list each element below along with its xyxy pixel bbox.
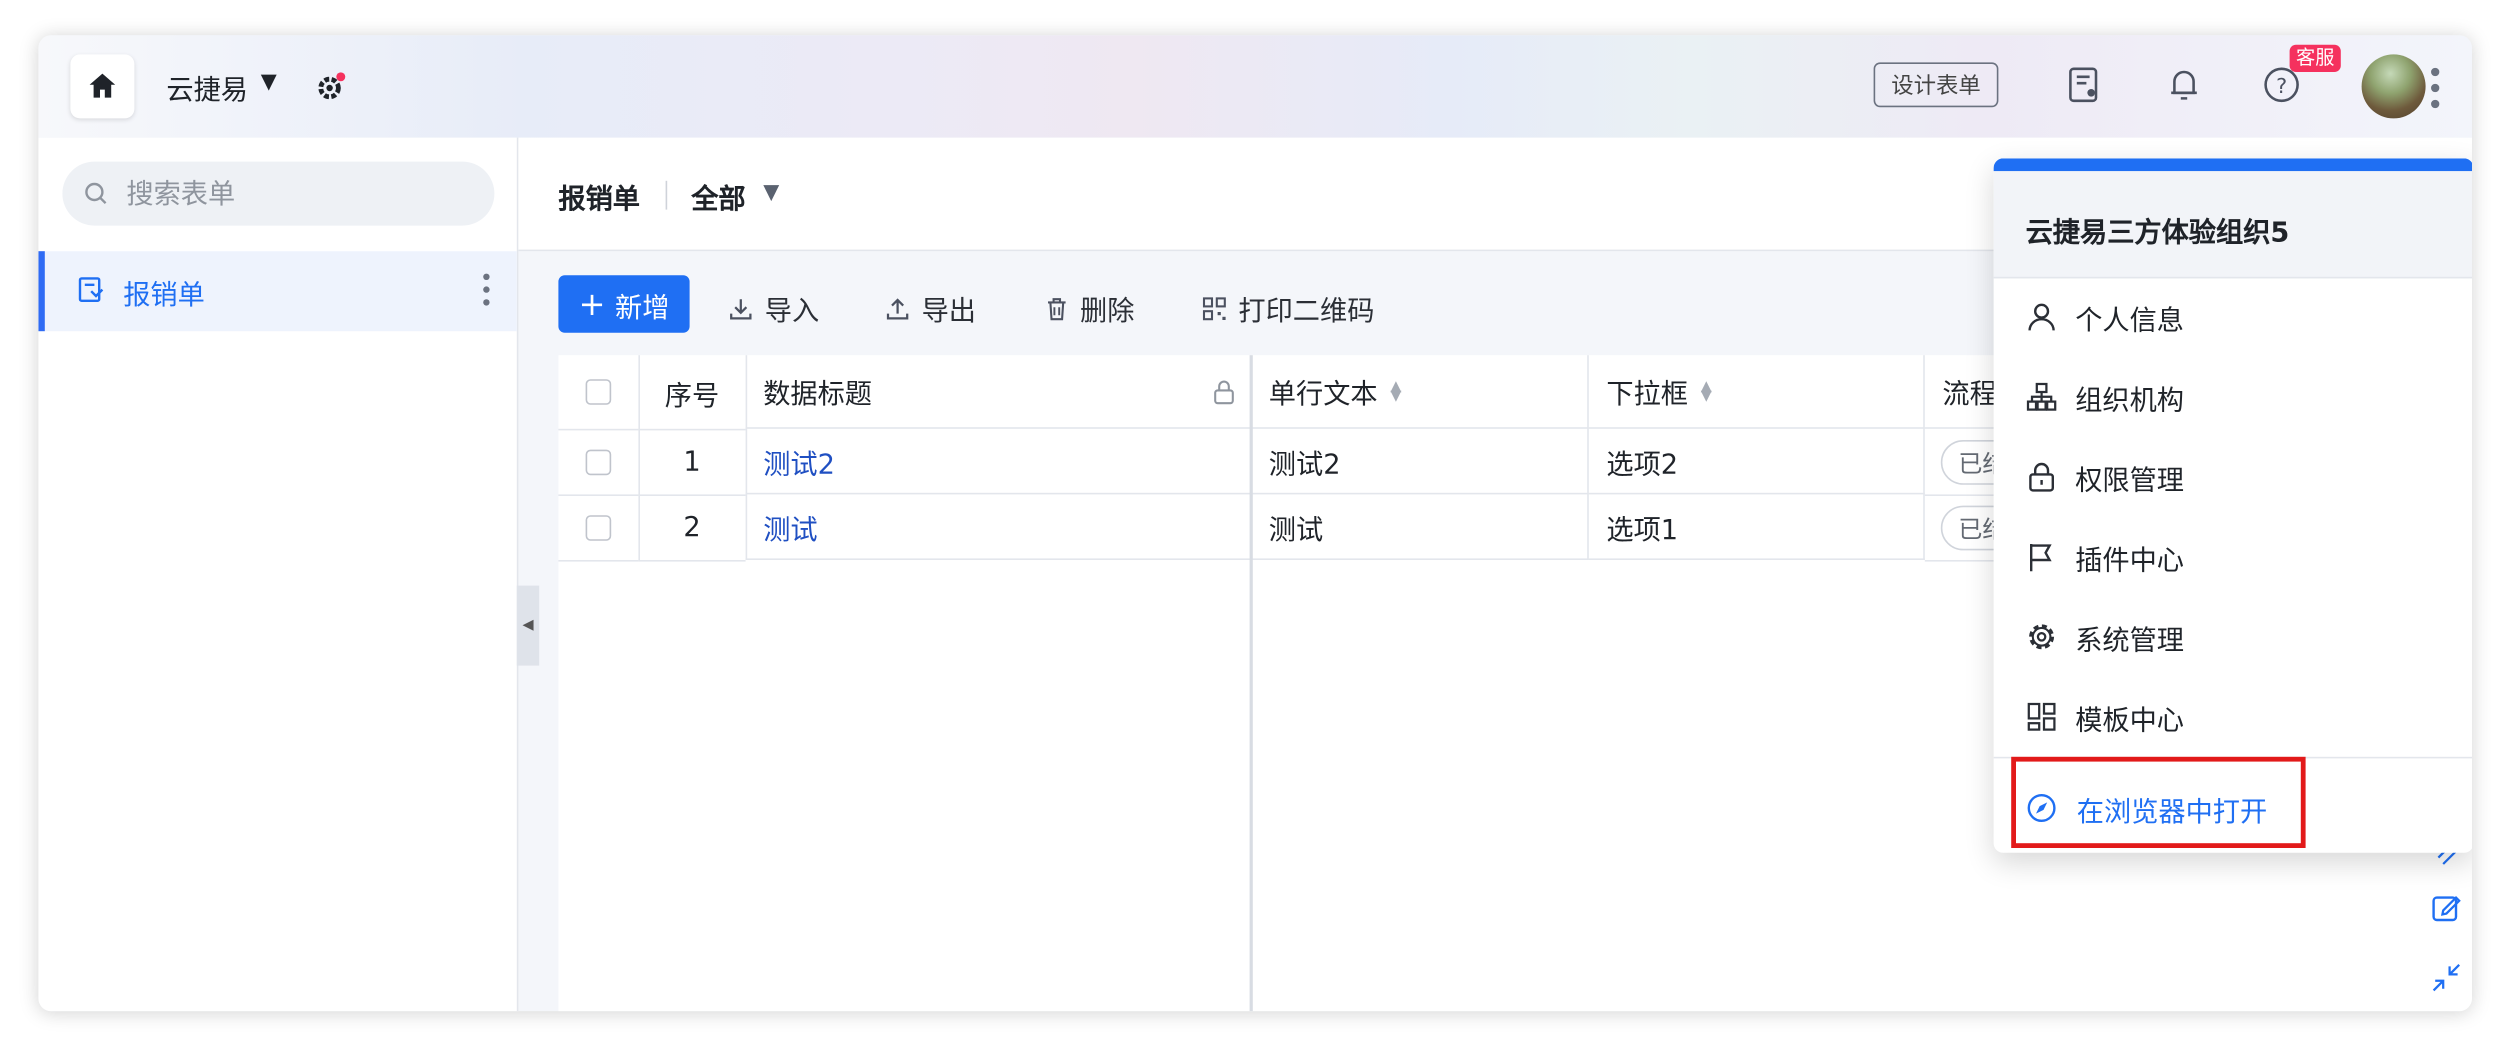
trash-icon — [1048, 297, 1066, 320]
app-window: 云捷易 ▼ 设计表单 ? 客服 搜索表单 报销单 ◀ 报销单 全部 ▼ + 新增… — [38, 35, 2473, 1012]
grid-line — [1923, 355, 1925, 560]
template-icon — [2027, 702, 2056, 731]
grid-line — [638, 355, 640, 560]
export-button[interactable]: 导出 — [885, 288, 976, 328]
collapse-arrows-icon[interactable] — [2429, 960, 2464, 995]
table-row — [558, 430, 639, 496]
column-header-title[interactable]: 数据标题 — [745, 355, 1252, 429]
home-icon — [89, 73, 116, 98]
sidebar: 报销单 — [38, 137, 519, 1012]
menu-item-permissions[interactable]: 权限管理 — [1994, 437, 2472, 517]
row-checkbox[interactable] — [585, 449, 612, 476]
sort-icon[interactable]: ▲ ▼ — [1701, 379, 1712, 403]
view-filter-select[interactable]: 全部 — [691, 176, 745, 216]
header-select-all — [558, 355, 639, 431]
user-dropdown-menu: 云捷易三方体验组织5 个人信息 组织机构 权限管理 插件中心 系统管理 模板中心… — [1993, 158, 2473, 853]
column-select-label: 下拉框 — [1606, 379, 1688, 412]
row-title-link[interactable]: 测试2 — [745, 430, 1252, 495]
form-review-icon[interactable] — [2064, 64, 2106, 106]
delete-label: 删除 — [1080, 296, 1135, 328]
upload-icon — [886, 297, 909, 319]
menu-item-organization[interactable]: 组织机构 — [1994, 357, 2472, 437]
column-header-index: 序号 — [638, 355, 746, 431]
customer-service-badge[interactable]: 客服 — [2289, 44, 2341, 72]
sort-icon[interactable]: ▲ ▼ — [1390, 379, 1401, 403]
menu-item-label: 插件中心 — [2075, 544, 2184, 577]
breadcrumb-divider — [665, 180, 668, 210]
row-text-cell: 测试 — [1251, 496, 1589, 560]
edit-icon[interactable] — [2429, 890, 2464, 925]
design-form-button[interactable]: 设计表单 — [1873, 62, 1999, 108]
user-icon — [2028, 303, 2055, 331]
frozen-column-divider — [1249, 355, 1253, 1012]
column-text-label: 单行文本 — [1268, 379, 1378, 412]
grid-line — [1587, 355, 1589, 560]
chevron-down-icon[interactable]: ▼ — [763, 181, 779, 205]
settings-gear-icon[interactable] — [314, 69, 349, 104]
menu-item-label: 个人信息 — [2075, 304, 2184, 337]
org-header: 云捷易三方体验组织5 — [1993, 171, 2473, 279]
export-label: 导出 — [921, 296, 976, 328]
item-more-icon[interactable] — [482, 272, 492, 307]
gear-icon — [2029, 624, 2055, 650]
highlight-box — [2011, 756, 2306, 848]
more-vertical-icon[interactable] — [2427, 64, 2443, 112]
add-button-label: 新增 — [615, 292, 670, 324]
form-doc-icon — [78, 277, 104, 303]
menu-item-plugins[interactable]: 插件中心 — [1994, 517, 2472, 597]
active-indicator — [38, 251, 45, 332]
lock-icon — [1214, 380, 1234, 405]
row-text-cell: 测试2 — [1251, 430, 1589, 495]
menu-item-label: 权限管理 — [2075, 464, 2184, 497]
row-title-link[interactable]: 测试 — [745, 496, 1252, 560]
menu-item-label: 组织机构 — [2075, 384, 2184, 417]
avatar[interactable] — [2361, 54, 2426, 119]
qrcode-icon — [1202, 296, 1226, 320]
page-title: 报销单 — [558, 184, 640, 216]
column-header-select[interactable]: 下拉框 ▲ ▼ — [1588, 355, 1925, 429]
flag-icon — [2029, 543, 2052, 572]
menu-item-system[interactable]: 系统管理 — [1994, 597, 2472, 677]
sidebar-item-reimbursement[interactable]: 报销单 — [38, 251, 517, 332]
menu-item-label: 模板中心 — [2075, 704, 2184, 737]
org-name: 云捷易三方体验组织5 — [2025, 217, 2290, 250]
add-button[interactable]: + 新增 — [558, 275, 690, 333]
top-bar: 云捷易 ▼ 设计表单 ? 客服 — [38, 35, 2473, 140]
search-input[interactable] — [123, 161, 482, 229]
download-icon — [730, 298, 752, 319]
search-icon — [85, 182, 107, 205]
grid-line — [745, 355, 748, 560]
import-label: 导入 — [764, 296, 820, 328]
search-box[interactable] — [62, 161, 495, 229]
table-row — [558, 496, 639, 562]
notification-bell-icon[interactable] — [2163, 64, 2205, 106]
menu-item-templates[interactable]: 模板中心 — [1994, 677, 2472, 757]
column-title-label: 数据标题 — [763, 379, 872, 412]
import-button[interactable]: 导入 — [728, 288, 819, 328]
print-qr-button[interactable]: 打印二维码 — [1202, 288, 1375, 328]
lock-icon — [2029, 462, 2054, 492]
app-name[interactable]: 云捷易 — [166, 67, 248, 107]
row-index: 1 — [638, 430, 746, 496]
row-checkbox[interactable] — [585, 515, 612, 541]
menu-item-profile[interactable]: 个人信息 — [1994, 277, 2472, 357]
print-qr-label: 打印二维码 — [1238, 296, 1375, 328]
row-index: 2 — [638, 496, 746, 562]
plus-icon: + — [578, 284, 606, 324]
select-all-checkbox[interactable] — [585, 379, 612, 405]
row-select-cell: 选项2 — [1588, 430, 1925, 495]
svg-text:?: ? — [2276, 74, 2287, 98]
dropdown-accent-strip — [1993, 158, 2473, 172]
delete-button[interactable]: 删除 — [1045, 288, 1135, 328]
column-header-text[interactable]: 单行文本 ▲ ▼ — [1251, 355, 1589, 429]
home-button[interactable] — [70, 54, 135, 119]
menu-item-label: 系统管理 — [2075, 624, 2184, 657]
row-select-cell: 选项1 — [1588, 496, 1925, 560]
app-switch-caret-icon[interactable]: ▼ — [261, 70, 277, 94]
org-chart-icon — [2026, 382, 2057, 411]
sidebar-item-label: 报销单 — [123, 280, 205, 312]
